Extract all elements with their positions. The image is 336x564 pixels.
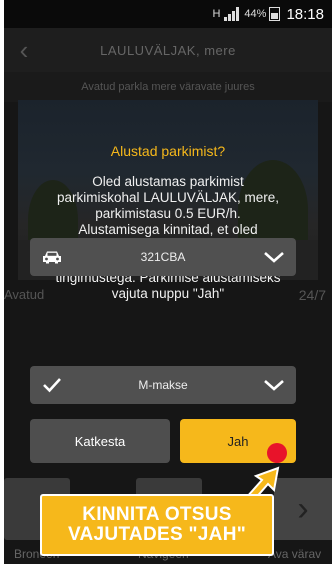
opening-hours: 24/7 bbox=[298, 287, 326, 303]
car-icon bbox=[30, 238, 74, 276]
chevron-down-icon bbox=[252, 238, 296, 276]
dialog-title: Alustad parkimist? bbox=[110, 143, 226, 159]
callout-line-1: KINNITA OTSUS bbox=[82, 504, 232, 525]
instruction-callout: KINNITA OTSUS VAJUTADES "JAH" bbox=[40, 494, 274, 556]
chevron-down-icon bbox=[252, 366, 296, 404]
signal-icon bbox=[224, 7, 240, 21]
chevron-right-icon: › bbox=[297, 489, 309, 528]
callout-line-2: VAJUTADES "JAH" bbox=[67, 524, 247, 545]
vehicle-select[interactable]: 321CBA bbox=[30, 238, 296, 276]
payment-select[interactable]: M-makse bbox=[30, 366, 296, 404]
open-gate-button[interactable]: › bbox=[274, 478, 332, 540]
page-title: LAULUVÄLJAK, mere bbox=[100, 42, 236, 58]
status-bar: H 44% 18:18 bbox=[4, 0, 332, 28]
open-gate-label: Ava värav bbox=[268, 547, 322, 561]
app-header: ‹ LAULUVÄLJAK, mere bbox=[4, 28, 332, 72]
network-type: H bbox=[212, 8, 221, 20]
checkmark-icon bbox=[30, 366, 74, 404]
app-frame: H 44% 18:18 ‹ LAULUVÄLJAK, mere Avatud p… bbox=[4, 0, 332, 564]
battery-icon bbox=[269, 7, 281, 21]
battery-percent: 44% bbox=[244, 8, 267, 20]
vehicle-value: 321CBA bbox=[140, 250, 186, 264]
opening-status: Avatud bbox=[4, 287, 45, 302]
back-arrow-icon[interactable]: ‹ bbox=[4, 28, 44, 72]
tap-marker bbox=[267, 443, 287, 463]
page-subtitle: Avatud parkla mere väravate juures bbox=[4, 72, 332, 102]
cancel-button[interactable]: Katkesta bbox=[30, 419, 170, 463]
payment-value: M-makse bbox=[138, 378, 188, 392]
clock: 18:18 bbox=[286, 5, 324, 23]
